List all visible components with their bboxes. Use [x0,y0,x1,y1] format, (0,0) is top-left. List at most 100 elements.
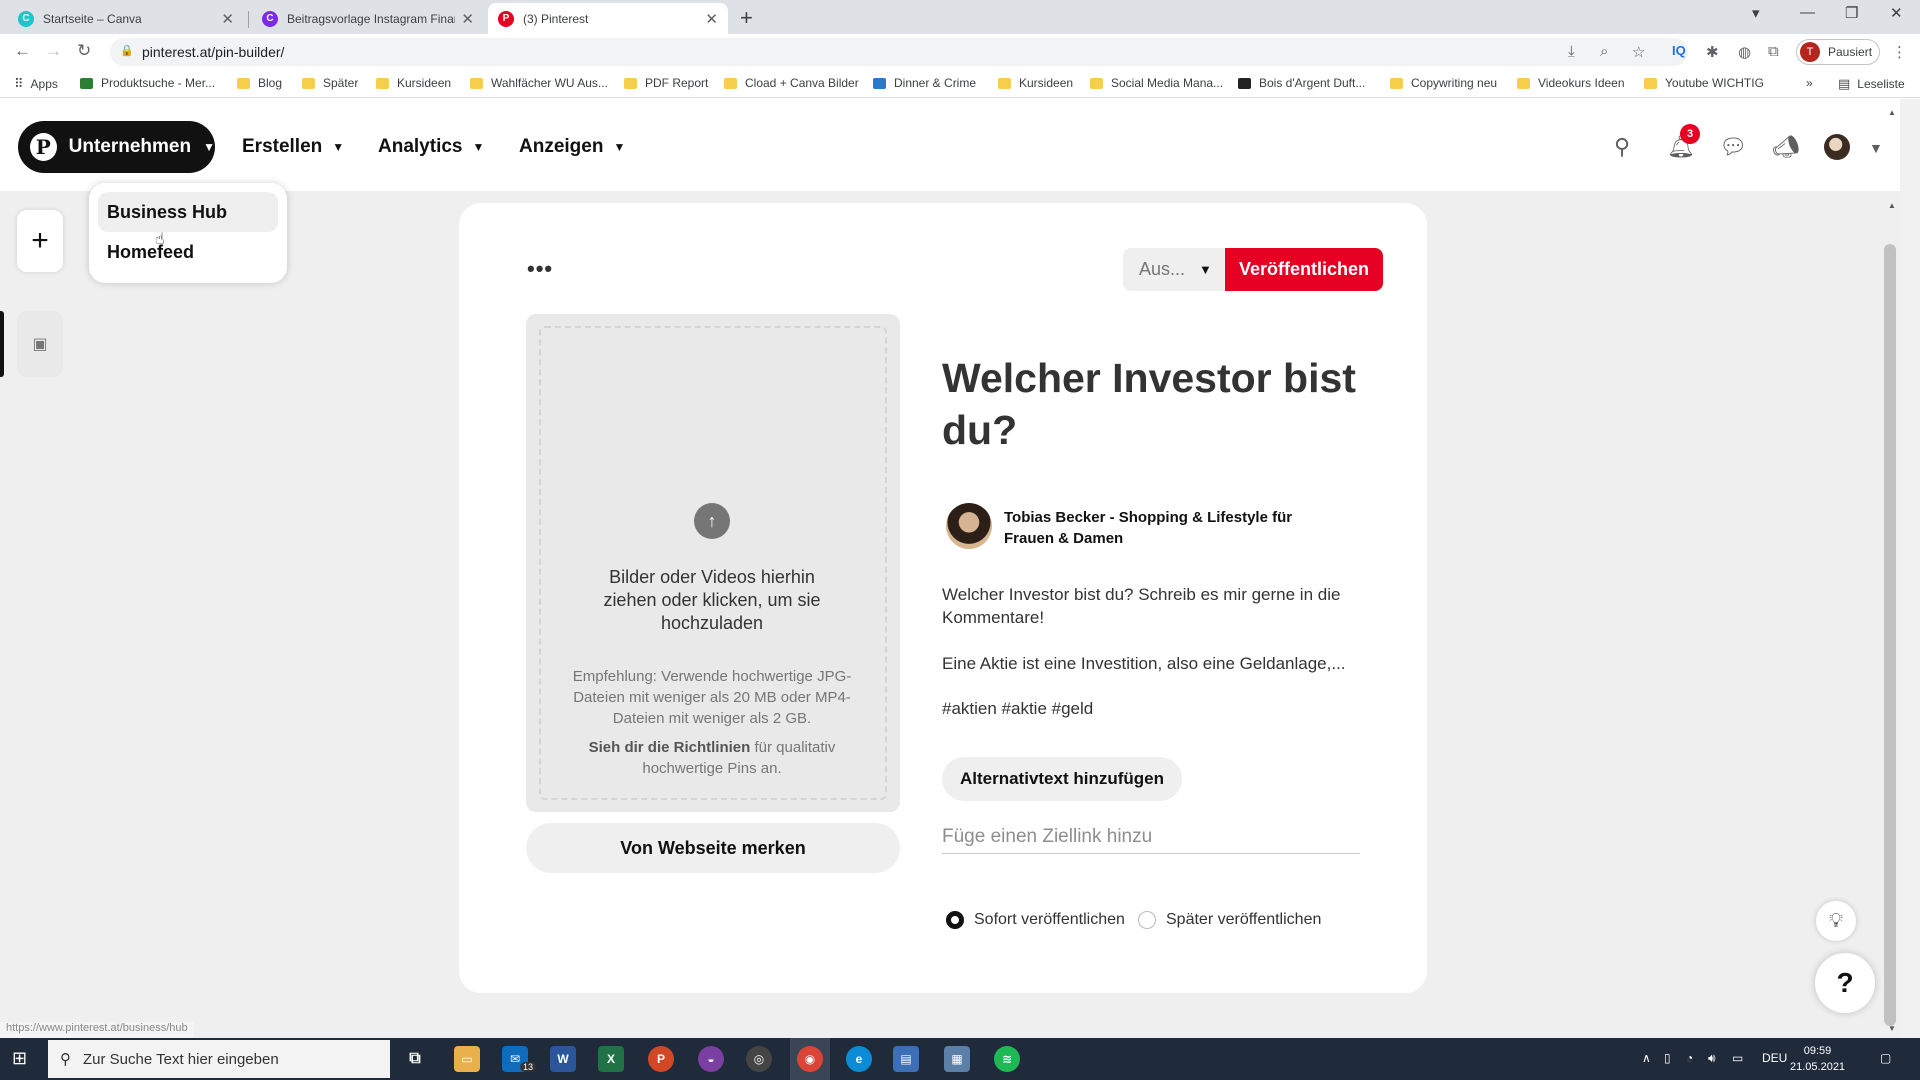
close-icon[interactable]: ✕ [461,10,474,28]
bookmark[interactable]: Social Media Mana... [1090,76,1223,90]
messages-icon[interactable]: 💬︎ [1719,134,1747,160]
taskbar-search-box[interactable]: ⚲ Zur Suche Text hier eingeben [48,1040,390,1078]
iq-extension-icon[interactable]: IQ [1672,43,1686,58]
notification-center-icon[interactable]: ▢ [1880,1051,1891,1065]
bookmark[interactable]: Blog [237,76,282,90]
bookmark[interactable]: Youtube WICHTIG [1644,76,1764,90]
pin-description-hashtags[interactable]: #aktien #aktie #geld [942,697,1382,720]
extension-icon[interactable]: ✱ [1706,43,1719,61]
radio-selected[interactable] [946,911,964,929]
close-icon[interactable]: ✕ [221,10,234,28]
lightbulb-icon[interactable]: 💡︎ [1816,901,1856,941]
back-icon[interactable]: ← [14,41,31,61]
tray-chevron-icon[interactable]: ∧ [1642,1051,1651,1065]
taskbar-clock[interactable]: 09:59 21.05.2021 [1790,1043,1845,1075]
bookmark[interactable]: Copywriting neu [1390,76,1497,90]
menu-item-business-hub[interactable]: Business Hub [98,192,278,232]
nav-erstellen[interactable]: Erstellen ▼ [242,136,344,158]
bookmark[interactable]: Kursideen [376,76,451,90]
nav-anzeigen[interactable]: Anzeigen ▼ [519,136,625,158]
radio-unselected[interactable] [1138,911,1156,929]
bookmark[interactable]: Bois d'Argent Duft... [1238,76,1365,90]
nav-analytics[interactable]: Analytics ▼ [378,136,484,158]
bookmark[interactable]: Dinner & Crime [873,76,976,90]
menu-icon[interactable]: ⋮ [1892,43,1907,61]
powerpoint-icon[interactable]: P [648,1046,674,1072]
tray-wifi-icon[interactable]: ◔ [1686,1051,1693,1065]
restore-icon[interactable]: ❐ [1845,4,1858,22]
task-view-icon[interactable]: ⧉ [402,1046,428,1072]
chevron-down-icon: ▼ [203,140,215,154]
pin-title-field[interactable]: Welcher Investor bist du? [942,352,1372,456]
creator-name: Tobias Becker - Shopping & Lifestyle für… [1004,509,1293,547]
bookmark[interactable]: PDF Report [624,76,708,90]
close-icon[interactable]: ✕ [705,10,718,28]
tray-device-icon[interactable]: ▯ [1664,1051,1671,1065]
help-button[interactable]: ? [1815,953,1875,1013]
zoom-icon[interactable]: ⌕ [1600,43,1608,60]
bookmark[interactable]: Produktsuche - Mer... [80,76,215,90]
app-icon[interactable]: ▤ [893,1046,919,1072]
windows-start-icon[interactable]: ⊞ [12,1048,27,1069]
pin-description-line[interactable]: Eine Aktie ist eine Investition, also ei… [942,652,1382,675]
file-explorer-icon[interactable]: ▭ [454,1046,480,1072]
page-scrollbar[interactable] [1900,99,1920,1038]
add-pin-button[interactable]: + [17,210,63,272]
bookmark-apps[interactable]: ⠿ Apps [14,76,58,92]
tab-canva-template[interactable]: C Beitragsvorlage Instagram Finanz ✕ [252,3,484,34]
tab-search-icon[interactable]: ▾ [1752,4,1760,22]
destination-link-input[interactable] [942,820,1360,854]
word-icon[interactable]: W [550,1046,576,1072]
volume-icon[interactable]: 🔊︎ [1708,1051,1716,1066]
adblock-icon[interactable]: ◍ [1738,43,1751,61]
bookmarks-overflow[interactable]: » [1806,76,1813,90]
calculator-icon[interactable]: ▦ [944,1046,970,1072]
search-icon[interactable]: ⚲ [1614,134,1630,160]
add-alt-text-button[interactable]: Alternativtext hinzufügen [942,757,1182,801]
chrome-icon[interactable]: ◉ [797,1046,823,1072]
tab-pinterest[interactable]: P (3) Pinterest ✕ [488,3,728,34]
scrollbar-thumb[interactable] [1884,244,1896,1026]
save-from-website-button[interactable]: Von Webseite merken [526,823,900,873]
forward-icon[interactable]: → [45,41,62,61]
draft-pin-thumbnail[interactable]: ▣ [17,311,63,377]
bookmark[interactable]: Wahlfächer WU Aus... [470,76,608,90]
window-close-icon[interactable]: ✕ [1890,4,1903,22]
bookmark[interactable]: Cload + Canva Bilder [724,76,859,90]
address-bar[interactable]: 🔒 pinterest.at/pin-builder/ [110,38,1688,66]
scroll-down-arrow-icon[interactable]: ▼ [1888,1024,1896,1033]
minimize-icon[interactable]: — [1800,4,1815,21]
reading-list[interactable]: ▤ Leseliste [1838,76,1905,92]
bookmark[interactable]: Später [302,76,358,90]
bookmark-star-icon[interactable]: ☆ [1632,43,1645,61]
publish-button[interactable]: Veröffentlichen [1225,248,1383,291]
announcements-icon[interactable]: 📣︎ [1772,134,1800,160]
new-tab-button[interactable]: + [740,5,753,31]
puzzle-icon[interactable]: ⧉ [1768,43,1779,60]
reload-icon[interactable]: ↻ [77,41,91,61]
edge-icon[interactable]: e [846,1046,872,1072]
menu-item-homefeed[interactable]: Homefeed [98,232,278,272]
scroll-up-arrow-icon[interactable]: ▲ [1888,201,1896,210]
spotify-icon[interactable]: ≋ [994,1046,1020,1072]
account-chevron-down-icon[interactable]: ▼ [1869,140,1883,156]
publish-later-option[interactable]: Später veröffentlichen [1138,911,1321,929]
board-select[interactable]: Aus... ▼ [1123,248,1225,291]
business-menu-button[interactable]: P Unternehmen ▼ [18,121,215,173]
bookmark[interactable]: Videokurs Ideen [1517,76,1625,90]
guidelines-link[interactable]: Sieh dir die Richtlinien [589,739,751,756]
keyboard-icon[interactable]: ▭ [1732,1051,1743,1065]
bookmark[interactable]: Kursideen [998,76,1073,90]
language-indicator[interactable]: DEU [1762,1051,1787,1065]
account-avatar[interactable] [1824,134,1850,160]
pin-description-line[interactable]: Welcher Investor bist du? Schreib es mir… [942,583,1382,629]
excel-icon[interactable]: X [598,1046,624,1072]
scroll-up-arrow-icon[interactable]: ▲ [1888,108,1896,117]
tab-canva-home[interactable]: C Startseite – Canva ✕ [8,3,244,34]
obs-icon[interactable]: ◎ [746,1046,772,1072]
profile-chip[interactable]: T Pausiert [1796,39,1880,65]
publish-now-option[interactable]: Sofort veröffentlichen [946,911,1125,929]
app-icon[interactable]: ◒ [698,1046,724,1072]
more-options-icon[interactable]: ••• [527,256,553,282]
install-icon[interactable]: ⤓ [1568,43,1575,60]
